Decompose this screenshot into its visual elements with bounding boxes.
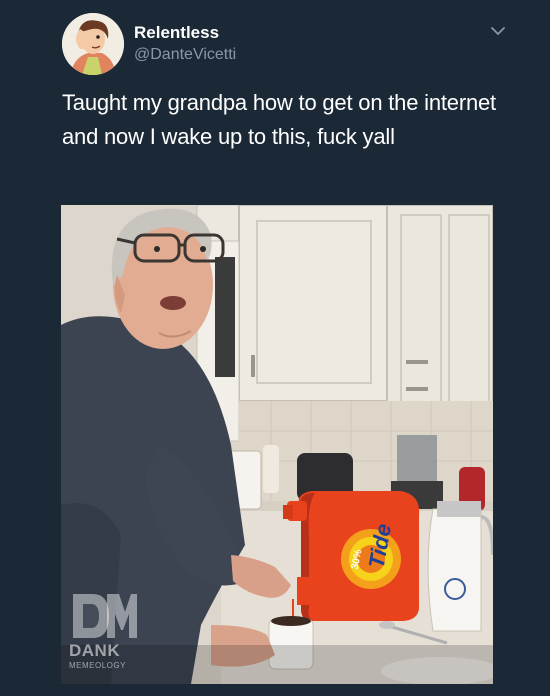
user-handle[interactable]: @DanteVicetti xyxy=(134,44,236,66)
dank-logo-icon xyxy=(73,594,137,638)
watermark-title: DANK xyxy=(69,641,121,660)
tweet-card: Relentless @DanteVicetti Taught my grand… xyxy=(0,0,550,696)
dank-memeology-watermark: DANK MEMEOLOGY xyxy=(67,590,137,674)
author-names: Relentless @DanteVicetti xyxy=(134,23,236,66)
display-name[interactable]: Relentless xyxy=(134,23,236,43)
tweet-header: Relentless @DanteVicetti xyxy=(62,13,510,77)
tweet-photo[interactable]: Tide 30% DANK MEMEOLOGY xyxy=(61,205,493,684)
chevron-down-icon[interactable] xyxy=(486,19,510,43)
avatar-illustration xyxy=(62,13,124,75)
avatar[interactable] xyxy=(62,13,124,75)
watermark-subtitle: MEMEOLOGY xyxy=(69,661,126,670)
tweet-text: Taught my grandpa how to get on the inte… xyxy=(62,90,496,149)
